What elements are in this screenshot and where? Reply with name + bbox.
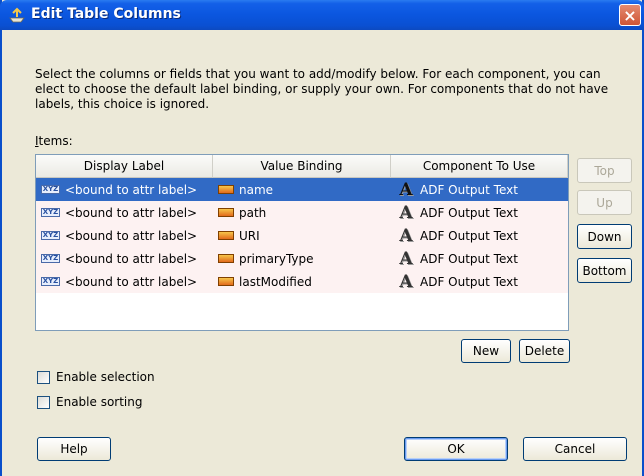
attribute-icon	[218, 231, 234, 240]
output-text-icon: A	[399, 225, 413, 246]
component-cell[interactable]: A ADF Output Text	[391, 224, 568, 247]
display-label-value: <bound to attr label>	[65, 205, 198, 220]
enable-selection-checkbox[interactable]	[37, 370, 50, 384]
label-binding-icon: XYZ	[41, 185, 60, 194]
help-button[interactable]: Help	[37, 437, 111, 461]
instructions-text: Select the columns or fields that you wa…	[35, 67, 609, 111]
label-binding-icon: XYZ	[41, 208, 60, 217]
value-binding-cell[interactable]: URI	[213, 224, 391, 247]
value-binding-value: lastModified	[239, 274, 312, 289]
component-value: ADF Output Text	[420, 274, 518, 289]
value-binding-cell[interactable]: name	[213, 178, 391, 201]
table-row[interactable]: XYZ <bound to attr label> URI A ADF Outp…	[36, 224, 568, 247]
display-label-cell[interactable]: XYZ <bound to attr label>	[36, 224, 213, 247]
display-label-value: <bound to attr label>	[65, 228, 198, 243]
header-value-binding[interactable]: Value Binding	[213, 155, 391, 178]
edit-table-columns-dialog: Edit Table Columns × Select the columns …	[0, 0, 644, 476]
items-label-rest: tems:	[38, 134, 73, 148]
items-label: Items:	[35, 134, 73, 148]
output-text-icon: A	[399, 271, 413, 292]
enable-selection-option[interactable]: Enable selection	[37, 370, 155, 384]
table-row[interactable]: XYZ <bound to attr label> primaryType A …	[36, 247, 568, 270]
header-display-label[interactable]: Display Label	[36, 155, 213, 178]
window-title: Edit Table Columns	[31, 6, 181, 22]
component-value: ADF Output Text	[420, 182, 518, 197]
move-bottom-button[interactable]: Bottom	[577, 258, 632, 283]
label-binding-icon: XYZ	[41, 277, 60, 286]
value-binding-cell[interactable]: path	[213, 201, 391, 224]
value-binding-value: primaryType	[239, 251, 314, 266]
display-label-value: <bound to attr label>	[65, 182, 198, 197]
items-table[interactable]: Display Label Value Binding Component To…	[35, 154, 569, 331]
enable-sorting-label: Enable sorting	[56, 395, 143, 409]
display-label-value: <bound to attr label>	[65, 251, 198, 266]
component-value: ADF Output Text	[420, 251, 518, 266]
delete-button[interactable]: Delete	[519, 339, 570, 363]
table-header: Display Label Value Binding Component To…	[36, 155, 568, 178]
attribute-icon	[218, 254, 234, 263]
component-value: ADF Output Text	[420, 228, 518, 243]
attribute-icon	[218, 277, 234, 286]
table-row[interactable]: XYZ <bound to attr label> name A ADF Out…	[36, 178, 568, 201]
value-binding-value: name	[239, 182, 274, 197]
enable-sorting-checkbox[interactable]	[37, 395, 50, 409]
attribute-icon	[218, 185, 234, 194]
value-binding-value: path	[239, 205, 267, 220]
table-row[interactable]: XYZ <bound to attr label> lastModified A…	[36, 270, 568, 293]
display-label-cell[interactable]: XYZ <bound to attr label>	[36, 247, 213, 270]
move-down-button[interactable]: Down	[577, 224, 632, 249]
display-label-cell[interactable]: XYZ <bound to attr label>	[36, 201, 213, 224]
component-cell[interactable]: A ADF Output Text	[391, 247, 568, 270]
component-cell[interactable]: A ADF Output Text	[391, 270, 568, 293]
close-icon: ×	[623, 5, 637, 25]
component-value: ADF Output Text	[420, 205, 518, 220]
enable-selection-label: Enable selection	[56, 370, 155, 384]
new-button[interactable]: New	[461, 339, 511, 363]
value-binding-value: URI	[239, 228, 260, 243]
move-top-button[interactable]: Top	[577, 158, 632, 183]
display-label-cell[interactable]: XYZ <bound to attr label>	[36, 178, 213, 201]
output-text-icon: A	[399, 179, 413, 200]
value-binding-cell[interactable]: primaryType	[213, 247, 391, 270]
enable-sorting-option[interactable]: Enable sorting	[37, 395, 142, 409]
component-cell[interactable]: A ADF Output Text	[391, 178, 568, 201]
label-binding-icon: XYZ	[41, 254, 60, 263]
cancel-button[interactable]: Cancel	[523, 437, 627, 461]
close-button[interactable]: ×	[619, 4, 641, 26]
label-binding-icon: XYZ	[41, 231, 60, 240]
display-label-value: <bound to attr label>	[65, 274, 198, 289]
title-bar[interactable]: Edit Table Columns ×	[0, 0, 644, 30]
display-label-cell[interactable]: XYZ <bound to attr label>	[36, 270, 213, 293]
table-row[interactable]: XYZ <bound to attr label> path A ADF Out…	[36, 201, 568, 224]
move-up-button[interactable]: Up	[577, 190, 632, 215]
ok-button[interactable]: OK	[404, 437, 508, 461]
output-text-icon: A	[399, 202, 413, 223]
dialog-app-icon	[9, 7, 25, 23]
header-component-to-use[interactable]: Component To Use	[391, 155, 568, 178]
component-cell[interactable]: A ADF Output Text	[391, 201, 568, 224]
attribute-icon	[218, 208, 234, 217]
output-text-icon: A	[399, 248, 413, 269]
value-binding-cell[interactable]: lastModified	[213, 270, 391, 293]
